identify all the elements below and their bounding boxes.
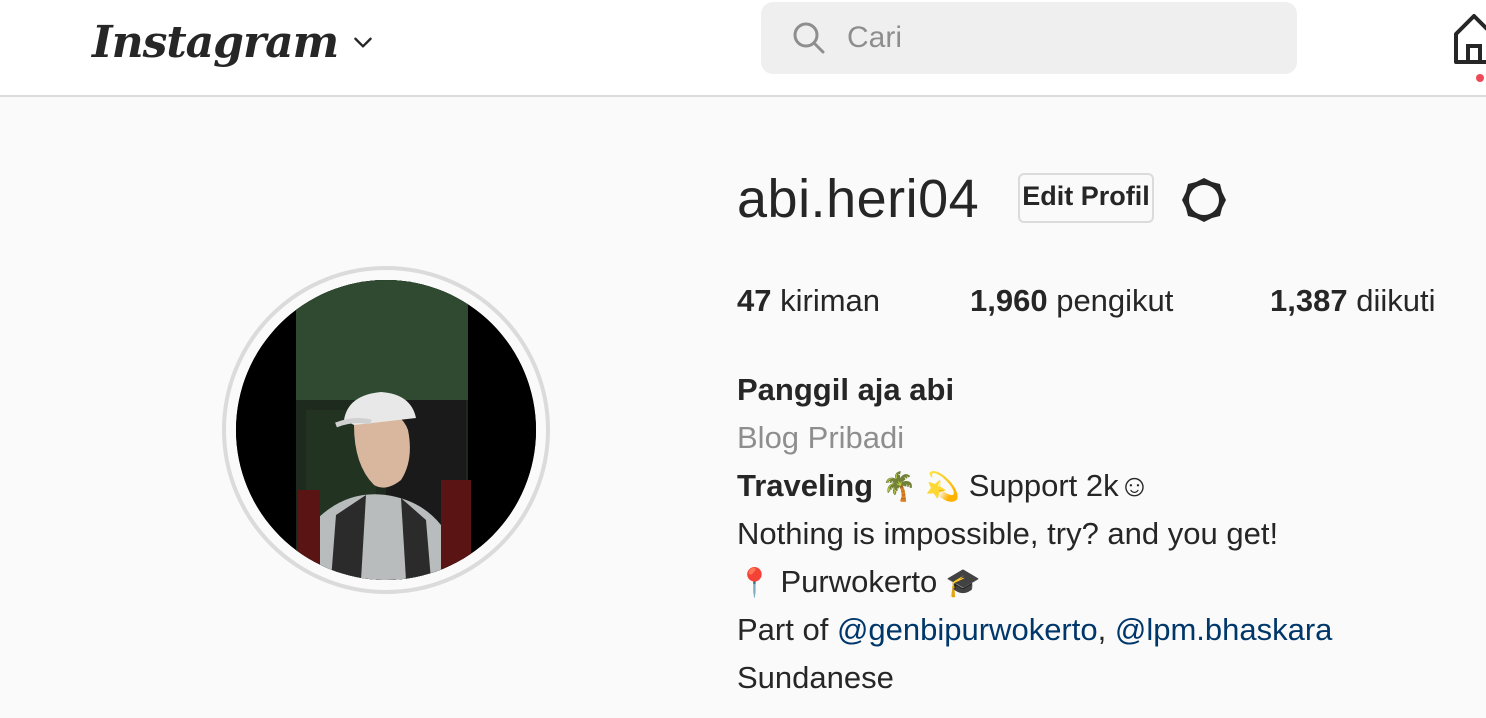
- profile-full-name: Panggil aja abi: [737, 372, 955, 407]
- notification-dot: [1476, 74, 1484, 82]
- bio-line-4: Part of @genbipurwokerto, @lpm.bhaskara: [737, 612, 1332, 648]
- account-switcher[interactable]: Instagram: [92, 12, 376, 72]
- posts-count: 47 kiriman: [737, 283, 880, 319]
- chevron-down-icon[interactable]: [350, 29, 376, 55]
- bio-traveling: Traveling: [737, 468, 874, 503]
- following-label: diikuti: [1356, 283, 1436, 318]
- followers-link[interactable]: 1,960 pengikut: [970, 283, 1173, 319]
- posts-label: kiriman: [780, 283, 881, 318]
- avatar[interactable]: [236, 280, 536, 580]
- following-link[interactable]: 1,387 diikuti: [1270, 283, 1435, 319]
- bio-separator: ,: [1097, 612, 1115, 647]
- palm-tree-icon: 🌴: [881, 470, 917, 503]
- bio-line-5: Sundanese: [737, 660, 894, 695]
- mention-link-lpm[interactable]: @lpm.bhaskara: [1115, 612, 1333, 647]
- search-bar[interactable]: [761, 2, 1297, 74]
- bio-line-2: Nothing is impossible, try? and you get!: [737, 516, 1279, 551]
- posts-value: 47: [737, 283, 772, 318]
- search-icon: [793, 22, 825, 54]
- instagram-logo[interactable]: Instagram: [92, 17, 339, 68]
- location-pin-icon: 📍: [737, 566, 772, 599]
- bio-line-1: Traveling 🌴 💫 Support 2k☺: [737, 468, 1150, 504]
- home-icon[interactable]: [1452, 12, 1486, 64]
- bio-part-of: Part of: [737, 612, 837, 647]
- gear-icon[interactable]: [1178, 174, 1230, 226]
- avatar-photo: [236, 280, 536, 580]
- bio-location: Purwokerto: [771, 564, 946, 599]
- profile-username: abi.heri04: [737, 169, 980, 229]
- bio-support: Support 2k☺: [960, 468, 1151, 503]
- dizzy-star-icon: 💫: [925, 470, 961, 503]
- followers-value: 1,960: [970, 283, 1048, 318]
- followers-label: pengikut: [1056, 283, 1174, 318]
- search-input[interactable]: [847, 14, 1277, 62]
- profile-category: Blog Pribadi: [737, 420, 905, 455]
- top-navigation: Instagram: [0, 0, 1486, 97]
- graduation-cap-icon: 🎓: [945, 566, 981, 599]
- mention-link-genbi[interactable]: @genbipurwokerto: [837, 612, 1098, 647]
- following-value: 1,387: [1270, 283, 1348, 318]
- bio-line-3: 📍 Purwokerto 🎓: [737, 564, 981, 600]
- edit-profile-button[interactable]: Edit Profil: [1018, 173, 1154, 223]
